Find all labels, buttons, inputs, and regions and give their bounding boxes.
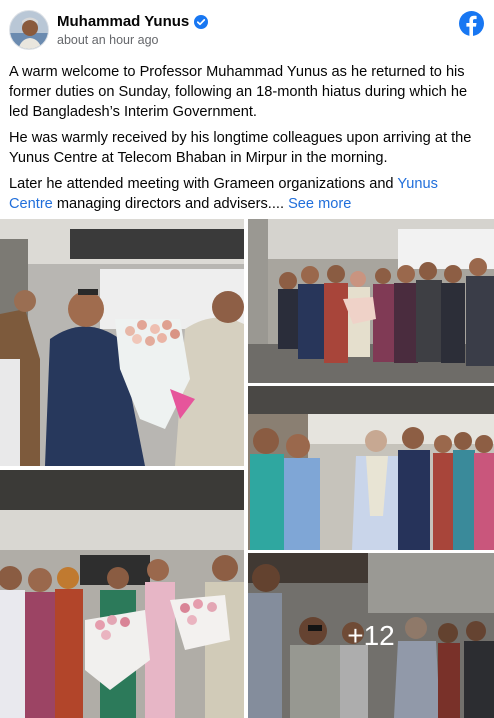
photo-gallery: +12: [0, 219, 494, 718]
post-paragraph-3-text: Later he attended meeting with Grameen o…: [9, 176, 398, 192]
see-more-link[interactable]: See more: [288, 196, 351, 212]
gallery-photo-2[interactable]: [248, 219, 494, 383]
post-timestamp[interactable]: about an hour ago: [57, 33, 158, 47]
post-paragraph-1: A warm welcome to Professor Muhammad Yun…: [9, 64, 468, 120]
post-body: A warm welcome to Professor Muhammad Yun…: [9, 62, 485, 220]
facebook-post: Muhammad Yunus about an hour ago A warm …: [0, 0, 494, 718]
author-name[interactable]: Muhammad Yunus: [57, 13, 209, 30]
gallery-photo-3[interactable]: [248, 386, 494, 550]
verified-badge-icon: [194, 14, 209, 29]
post-paragraph-3: Later he attended meeting with Grameen o…: [9, 174, 485, 214]
post-paragraph-2: He was warmly received by his longtime c…: [9, 130, 472, 166]
more-photos-count[interactable]: +12: [248, 553, 494, 718]
facebook-logo-icon[interactable]: [459, 11, 484, 37]
post-paragraph-3-suffix: managing directors and advisers....: [52, 196, 289, 212]
gallery-photo-1[interactable]: [0, 219, 244, 466]
post-header: Muhammad Yunus about an hour ago: [0, 0, 494, 56]
author-name-label: Muhammad Yunus: [57, 13, 190, 30]
gallery-photo-4[interactable]: [0, 470, 244, 718]
gallery-photo-5[interactable]: +12: [248, 553, 494, 718]
author-avatar[interactable]: [9, 10, 49, 50]
